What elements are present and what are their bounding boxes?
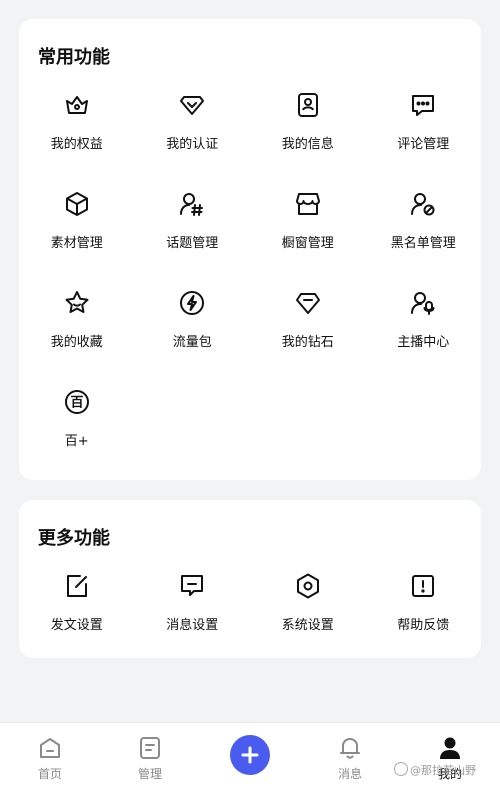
topic-management-button[interactable]: 话题管理 [135, 190, 251, 289]
system-settings-label: 系统设置 [281, 618, 334, 633]
watermark-text: @那拉若山野 [410, 764, 476, 777]
bai-circle-icon: 百 [63, 388, 91, 416]
streamer-center-button[interactable]: 主播中心 [366, 289, 482, 388]
watermark-logo-icon [394, 762, 408, 776]
message-settings-button[interactable]: 消息设置 [135, 572, 251, 652]
tab-home-label: 首页 [37, 767, 62, 781]
diamond-icon [294, 289, 322, 317]
showcase-management-button[interactable]: 橱窗管理 [250, 190, 366, 289]
message-settings-label: 消息设置 [166, 618, 219, 633]
showcase-management-label: 橱窗管理 [281, 236, 334, 251]
traffic-package-label: 流量包 [172, 335, 212, 350]
system-settings-button[interactable]: 系统设置 [250, 572, 366, 652]
more-functions-card: 更多功能 发文设置 消息设置 系统设置 帮助反馈 [19, 500, 481, 658]
bai-plus-button[interactable]: 百 百+ [19, 388, 135, 487]
material-management-button[interactable]: 素材管理 [19, 190, 135, 289]
help-feedback-button[interactable]: 帮助反馈 [366, 572, 482, 652]
help-feedback-label: 帮助反馈 [397, 618, 450, 633]
settings-hex-icon [294, 572, 322, 600]
my-diamonds-button[interactable]: 我的钻石 [250, 289, 366, 388]
user-mic-icon [409, 289, 437, 317]
my-favorites-button[interactable]: 我的收藏 [19, 289, 135, 388]
comment-management-label: 评论管理 [397, 137, 450, 152]
my-verification-label: 我的认证 [166, 137, 219, 152]
my-verification-button[interactable]: 我的认证 [135, 91, 251, 190]
topic-management-label: 话题管理 [166, 236, 219, 251]
alert-square-icon [409, 572, 437, 600]
my-diamonds-label: 我的钻石 [281, 335, 334, 350]
traffic-package-button[interactable]: 流量包 [135, 289, 251, 388]
manage-icon [137, 735, 163, 761]
common-functions-title: 常用功能 [38, 47, 110, 68]
storefront-icon [294, 190, 322, 218]
tab-manage[interactable]: 管理 [100, 723, 200, 789]
edit-icon [63, 572, 91, 600]
blacklist-management-label: 黑名单管理 [390, 236, 456, 251]
tab-messages-label: 消息 [337, 767, 362, 781]
badge-check-icon [178, 91, 206, 119]
my-info-button[interactable]: 我的信息 [250, 91, 366, 190]
post-settings-button[interactable]: 发文设置 [19, 572, 135, 652]
bai-glyph: 百 [70, 396, 83, 411]
bai-plus-label: 百+ [64, 434, 89, 449]
plus-icon [241, 746, 259, 764]
blacklist-management-button[interactable]: 黑名单管理 [366, 190, 482, 289]
tab-home[interactable]: 首页 [0, 723, 100, 789]
comment-icon [409, 91, 437, 119]
post-settings-label: 发文设置 [50, 618, 103, 633]
user-hashtag-icon [178, 190, 206, 218]
my-favorites-label: 我的收藏 [50, 335, 103, 350]
lightning-icon [178, 289, 206, 317]
cube-icon [63, 190, 91, 218]
user-block-icon [409, 190, 437, 218]
material-management-label: 素材管理 [50, 236, 103, 251]
more-functions-title: 更多功能 [38, 528, 110, 549]
profile-card-icon [294, 91, 322, 119]
tab-manage-label: 管理 [137, 767, 162, 781]
my-info-label: 我的信息 [281, 137, 334, 152]
message-icon [178, 572, 206, 600]
my-benefits-label: 我的权益 [50, 137, 103, 152]
home-icon [37, 735, 63, 761]
crown-icon [63, 91, 91, 119]
streamer-center-label: 主播中心 [397, 335, 450, 350]
bell-icon [337, 735, 363, 761]
my-benefits-button[interactable]: 我的权益 [19, 91, 135, 190]
user-filled-icon [437, 735, 463, 761]
tab-messages[interactable]: 消息 [300, 723, 400, 789]
comment-management-button[interactable]: 评论管理 [366, 91, 482, 190]
create-post-button[interactable] [230, 735, 270, 775]
common-functions-card: 常用功能 我的权益 我的认证 我的信息 评论管理 素材管理 话题管理 橱窗管理 … [19, 19, 481, 480]
star-icon [63, 289, 91, 317]
tab-mine[interactable]: 我的 [400, 723, 500, 789]
watermark: @那拉若山野 [394, 762, 476, 778]
